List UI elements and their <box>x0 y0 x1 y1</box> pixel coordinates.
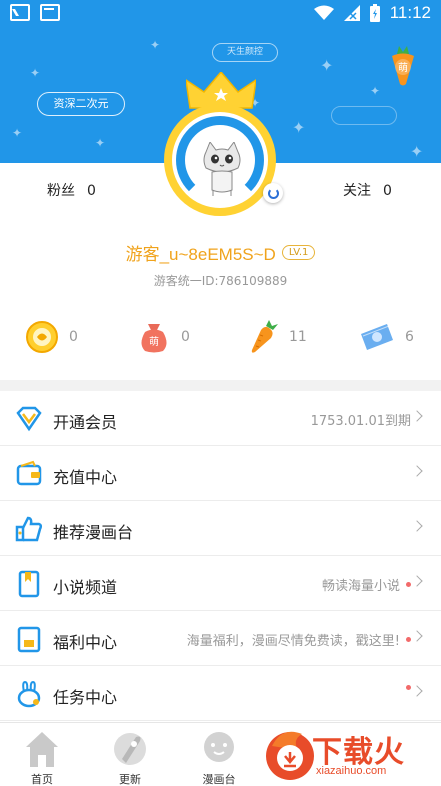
fans-value: 0 <box>87 183 96 199</box>
avatar[interactable] <box>164 72 276 216</box>
stat-value: 0 <box>181 329 190 345</box>
stat-value: 11 <box>289 329 307 345</box>
username-row: 游客_u~8eEM5S~D LV.1 <box>0 240 441 265</box>
refresh-icon[interactable] <box>263 183 283 203</box>
fans-count[interactable]: 粉丝 0 <box>47 180 96 200</box>
menu-item-vip[interactable]: 开通会员 1753.01.01到期 <box>0 391 441 446</box>
section-divider <box>0 380 441 391</box>
menu-item-novel[interactable]: 小说频道 畅读海量小说 <box>0 556 441 611</box>
chevron-right-icon <box>411 465 423 477</box>
menu-hint: 海量福利，漫画尽情免费读，戳这里! <box>187 630 411 649</box>
notification-dot <box>406 637 411 642</box>
user-id: 游客统一ID:786109889 <box>153 274 288 288</box>
fans-label: 粉丝 <box>47 183 75 199</box>
nav-label: 漫画台 <box>202 773 236 786</box>
book-icon <box>18 570 40 598</box>
menu-hint-text: 畅读海量小说 <box>321 579 400 594</box>
carrot-badge-icon[interactable]: 萌 <box>389 46 417 86</box>
battery-charging-icon <box>369 4 380 22</box>
sparkle-icon: ✦ <box>292 118 306 137</box>
svg-text:萌: 萌 <box>398 61 408 74</box>
thumbs-up-icon <box>15 516 43 542</box>
stat-meng-bag[interactable]: 萌 0 <box>137 320 190 354</box>
nav-home[interactable]: 首页 <box>12 727 72 786</box>
gold-coin-icon <box>26 321 58 353</box>
stat-value: 0 <box>69 329 78 345</box>
carrot-icon <box>251 320 278 353</box>
planet-icon <box>204 732 234 762</box>
ticket-icon <box>361 324 393 350</box>
cellular-signal-icon <box>343 5 360 21</box>
sparkle-icon: ✦ <box>370 84 381 98</box>
sparkle-icon: ✦ <box>30 66 41 80</box>
chevron-right-icon <box>411 685 423 697</box>
menu-item-welfare[interactable]: 福利中心 海量福利，漫画尽情免费读，戳这里! <box>0 611 441 666</box>
menu-item-tasks[interactable]: 任务中心 <box>0 666 441 721</box>
menu-hint <box>406 685 411 690</box>
menu-list: 开通会员 1753.01.01到期 充值中心 推荐漫画台 小说频道 畅读海量小说 <box>0 391 441 721</box>
menu-label: 推荐漫画台 <box>53 523 134 542</box>
title-badge[interactable]: 资深二次元 <box>37 92 125 116</box>
sparkle-icon: ✦ <box>150 38 161 52</box>
image-notification-icon <box>10 4 30 21</box>
menu-item-recommend[interactable]: 推荐漫画台 <box>0 501 441 556</box>
menu-item-recharge[interactable]: 充值中心 <box>0 446 441 501</box>
wallet-icon <box>16 460 42 486</box>
menu-hint-text: 海量福利，漫画尽情免费读，戳这里! <box>186 634 400 649</box>
home-icon <box>26 732 58 767</box>
watermark-url: xiazaihuo.com <box>316 765 387 777</box>
notification-dot <box>406 582 411 587</box>
rocket-icon <box>114 733 146 765</box>
empty-badge-slot <box>331 106 397 125</box>
menu-label: 小说频道 <box>53 578 118 597</box>
sparkle-icon: ✦ <box>95 136 106 150</box>
username[interactable]: 游客_u~8eEM5S~D <box>126 240 276 265</box>
menu-label: 福利中心 <box>53 633 118 652</box>
stat-tickets[interactable]: 6 <box>359 320 414 354</box>
gift-card-icon <box>17 626 41 653</box>
level-badge: LV.1 <box>281 245 316 260</box>
svg-text:萌: 萌 <box>149 335 159 348</box>
stat-carrots[interactable]: 11 <box>249 320 307 354</box>
nav-label: 更新 <box>119 773 141 786</box>
notification-dot <box>406 685 411 690</box>
stat-value: 6 <box>405 329 414 345</box>
avatar-frame <box>164 104 276 216</box>
follow-value: 0 <box>383 183 392 199</box>
sparkle-icon: ✦ <box>410 142 424 161</box>
wifi-icon <box>313 5 334 20</box>
nav-label: 首页 <box>31 773 53 786</box>
status-time: 11:12 <box>389 3 431 22</box>
cat-avatar-icon <box>203 142 241 196</box>
status-bar: 11:12 <box>0 0 441 26</box>
top-title-badge[interactable]: 天生颜控 <box>212 43 278 62</box>
sparkle-icon: ✦ <box>12 126 23 140</box>
menu-label: 充值中心 <box>53 468 118 487</box>
menu-label: 开通会员 <box>53 413 118 432</box>
vip-diamond-icon <box>16 406 42 432</box>
follow-label: 关注 <box>343 183 371 199</box>
chevron-right-icon <box>411 520 423 532</box>
meng-bag-icon: 萌 <box>141 324 167 353</box>
stat-gold-coins[interactable]: 0 <box>25 320 78 354</box>
terminal-notification-icon <box>40 4 60 21</box>
menu-hint: 1753.01.01到期 <box>310 414 411 429</box>
sparkle-icon: ✦ <box>320 56 334 75</box>
rabbit-icon <box>17 680 41 708</box>
chevron-right-icon <box>411 410 423 422</box>
menu-hint: 畅读海量小说 <box>322 575 411 594</box>
nav-updates[interactable]: 更新 <box>100 727 160 786</box>
chevron-right-icon <box>411 575 423 587</box>
menu-label: 任务中心 <box>53 688 118 707</box>
nav-manhuatai[interactable]: 漫画台 <box>189 727 249 786</box>
follow-count[interactable]: 关注 0 <box>343 180 392 200</box>
chevron-right-icon <box>411 630 423 642</box>
